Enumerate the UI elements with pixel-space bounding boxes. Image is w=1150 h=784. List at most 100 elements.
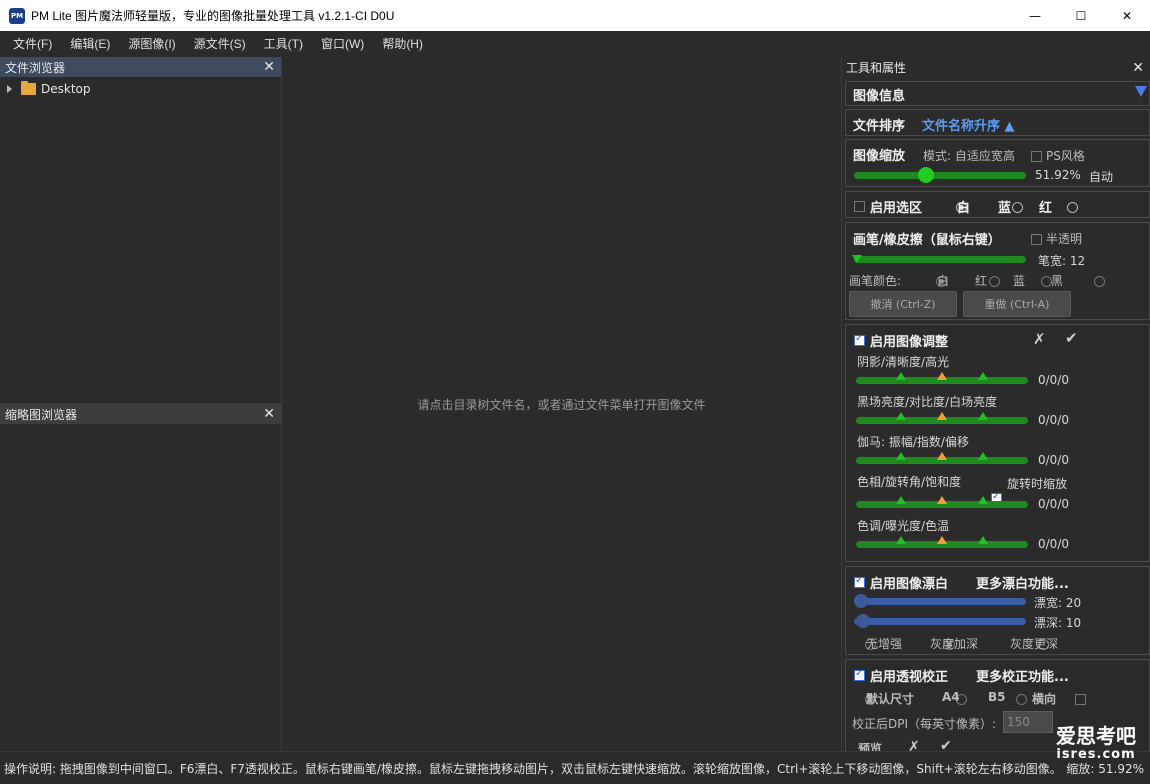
image-canvas[interactable]: 请点击目录树文件名，或者通过文件菜单打开图像文件 [281,57,841,751]
maximize-button[interactable]: ☐ [1058,0,1104,31]
slider-handle-left[interactable] [896,372,906,380]
folder-icon [21,81,36,95]
brush-width-handle[interactable] [852,255,862,263]
image-info-group[interactable]: 图像信息 [845,81,1150,106]
adjust-ok-icon[interactable]: ✔ [1065,329,1078,347]
zoom-auto-label[interactable]: 自动 [1089,168,1113,185]
slider-handle-right[interactable] [978,372,988,380]
size-a4: A4 [942,690,960,704]
slider-handle-center[interactable] [937,496,947,504]
undo-button[interactable]: 撤消 (Ctrl-Z) [849,291,957,317]
canvas-hint: 请点击目录树文件名，或者通过文件菜单打开图像文件 [417,397,706,412]
expand-arrow-icon[interactable] [7,85,12,93]
slider-handle-center[interactable] [937,452,947,460]
brush-color-radio-black[interactable] [1094,276,1106,287]
thumbnail-browser-close-icon[interactable]: ✕ [263,407,275,421]
whiten-label: 启用图像漂白 [870,577,949,592]
menu-window[interactable]: 窗口(W) [312,31,373,57]
slider-handle-center[interactable] [937,372,947,380]
whiten-width-slider[interactable] [854,594,1026,608]
size-radio-b5[interactable] [1016,694,1028,705]
whiten-mode-deeper: 灰度更深 [1010,637,1059,651]
whiten-mode-deep: 灰度加深 [930,637,979,651]
selection-group: 启用选区 白 蓝 红 [845,191,1150,218]
more-perspective-link[interactable]: 更多校正功能... [976,666,1069,685]
dropdown-triangle-icon[interactable] [1135,86,1147,97]
menu-tools[interactable]: 工具(T) [255,31,312,57]
slider-handle-center[interactable] [937,536,947,544]
whiten-width-value: 漂宽: 20 [1034,596,1082,610]
slider-handle-left[interactable] [896,412,906,420]
adjust-cancel-icon[interactable]: ✗ [1033,330,1046,348]
landscape-checkbox[interactable] [1075,694,1087,705]
window-controls: — ☐ ✕ [1012,0,1150,31]
adjust-slider-hue[interactable] [856,496,1028,508]
selection-radio-blue[interactable] [1011,202,1023,213]
sort-group: 文件排序 文件名称升序 ▲ [845,109,1150,136]
adjust-row-value: 0/0/0 [1038,537,1069,551]
menu-edit[interactable]: 编辑(E) [61,31,119,57]
perspective-cancel-icon[interactable]: ✗ [908,739,920,751]
slider-handle-right[interactable] [978,496,988,504]
perspective-ok-icon[interactable]: ✔ [940,738,952,751]
brush-color-white: 白 [937,274,950,288]
brush-label: 画笔/橡皮擦（鼠标右键） [853,233,1001,248]
size-default: 默认尺寸 [866,692,915,706]
minimize-button[interactable]: — [1012,0,1058,31]
zoom-mode[interactable]: 模式: 自适应宽高 [923,147,1015,164]
dpi-input[interactable]: 150 [1003,711,1053,733]
semi-transparent-checkbox[interactable] [1031,234,1042,245]
slider-handle-left[interactable] [896,536,906,544]
file-browser-header: 文件浏览器 ✕ [0,57,281,77]
menu-source-image[interactable]: 源图像(I) [119,31,184,57]
ps-style-checkbox[interactable] [1031,151,1042,162]
zoom-slider[interactable] [854,167,1026,183]
slider-handle-right[interactable] [978,412,988,420]
whiten-depth-knob[interactable] [856,614,870,628]
selection-checkbox[interactable] [854,201,865,212]
file-browser-close-icon[interactable]: ✕ [263,60,275,74]
adjust-row-value: 0/0/0 [1038,497,1069,511]
watermark-line-2: isres.com [1056,747,1136,762]
adjust-slider-shadow[interactable] [856,372,1028,384]
zoom-slider-knob[interactable] [918,167,935,183]
image-adjust-checkbox[interactable] [854,333,865,346]
tools-panel-header: 工具和属性 ✕ [842,57,1150,78]
sort-value-link[interactable]: 文件名称升序 ▲ [922,115,1015,134]
thumbnail-browser-title: 缩略图浏览器 [5,407,78,422]
adjust-row-label: 色调/曝光度/色温 [857,519,950,533]
adjust-slider-tone[interactable] [856,536,1028,548]
brush-color-radio-red[interactable] [988,276,1000,287]
preview-button[interactable]: 预览 [858,740,882,751]
tree-item-label: Desktop [41,82,91,96]
perspective-checkbox[interactable] [854,668,865,681]
slider-handle-left[interactable] [896,452,906,460]
perspective-label: 启用透视校正 [870,670,949,685]
menu-source-file[interactable]: 源文件(S) [185,31,255,57]
selection-radio-red[interactable] [1067,202,1079,213]
adjust-row-value: 0/0/0 [1038,373,1069,387]
tools-panel: 工具和属性 ✕ 图像信息 文件排序 文件名称升序 ▲ 图像缩放 模式: 自适应宽… [841,57,1150,751]
status-bar: 操作说明: 拖拽图像到中间窗口。F6漂白、F7透视校正。鼠标右键画笔/橡皮擦。鼠… [0,751,1150,784]
image-adjust-group: 启用图像调整 ✗ ✔ 阴影/清晰度/高光 0/0/0 黑场亮度/对比度/白场亮度… [845,324,1150,562]
zoom-group: 图像缩放 模式: 自适应宽高 PS风格 51.92% 自动 [845,139,1150,187]
slider-handle-right[interactable] [978,452,988,460]
adjust-slider-contrast[interactable] [856,412,1028,424]
more-whiten-link[interactable]: 更多漂白功能... [976,573,1069,592]
tools-panel-close-icon[interactable]: ✕ [1132,61,1144,75]
slider-handle-left[interactable] [896,496,906,504]
redo-button[interactable]: 重做 (Ctrl-A) [963,291,1071,317]
whiten-width-knob[interactable] [854,594,868,608]
menu-help[interactable]: 帮助(H) [373,31,432,57]
brush-width-slider[interactable] [852,255,1026,263]
tree-item-desktop[interactable]: Desktop [0,79,281,99]
slider-handle-right[interactable] [978,536,988,544]
slider-handle-center[interactable] [937,412,947,420]
close-button[interactable]: ✕ [1104,0,1150,31]
menu-file[interactable]: 文件(F) [4,31,61,57]
watermark-line-1: 爱思考吧 [1056,724,1136,748]
whiten-depth-slider[interactable] [854,614,1026,628]
whiten-checkbox[interactable] [854,575,865,588]
whiten-mode-none: 无增强 [866,637,903,651]
adjust-slider-gamma[interactable] [856,452,1028,464]
